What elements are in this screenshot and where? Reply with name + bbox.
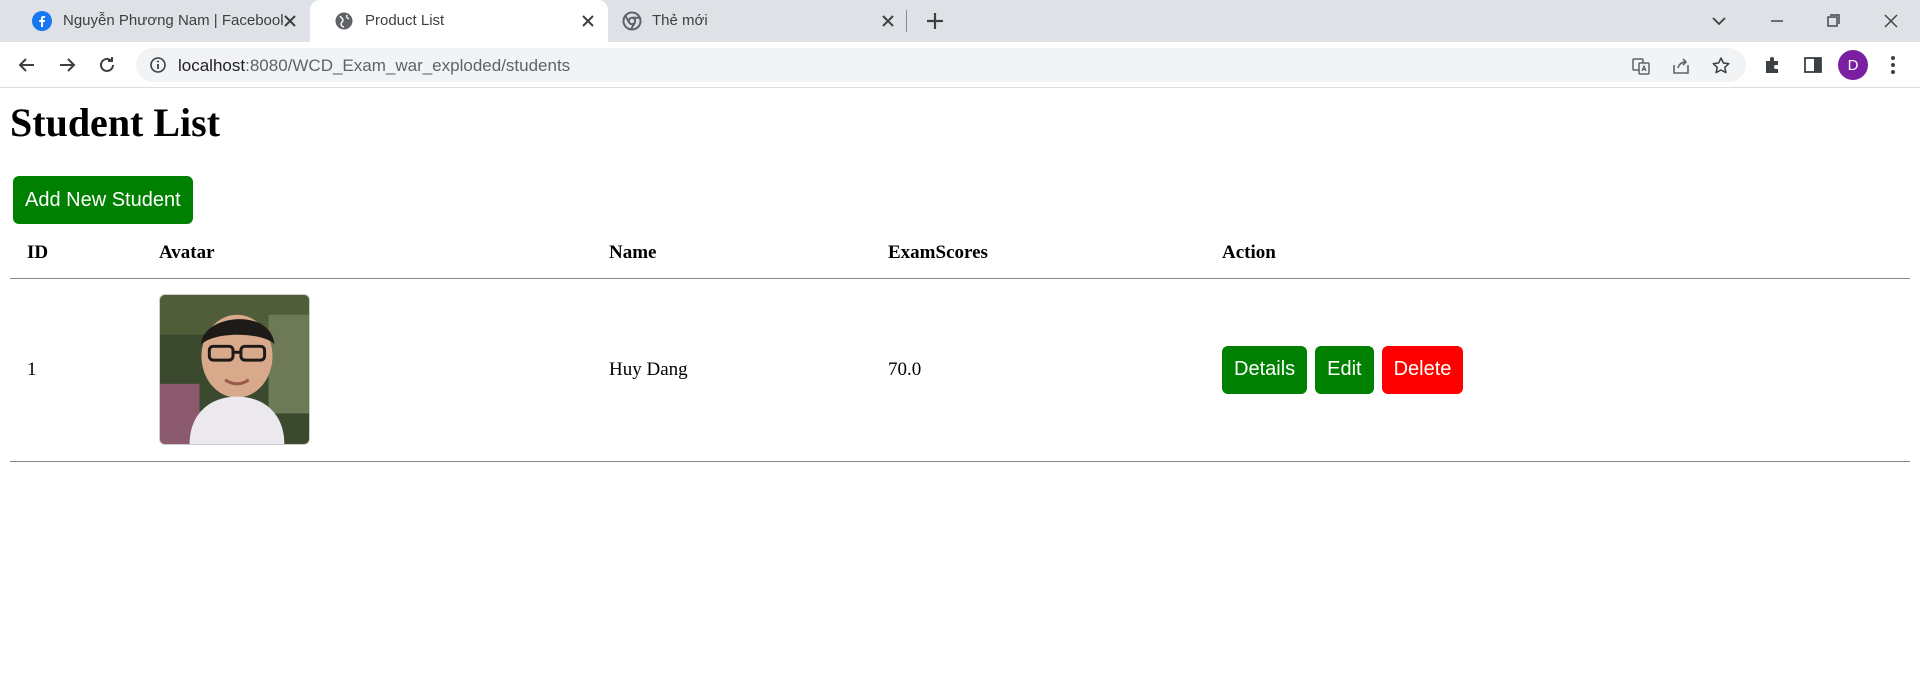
tab-separator	[906, 10, 907, 32]
column-header-exam-scores: ExamScores	[871, 228, 1205, 279]
address-bar[interactable]: localhost:8080/WCD_Exam_war_exploded/stu…	[136, 48, 1746, 82]
tab-search-icon[interactable]	[1706, 8, 1732, 34]
url-host: localhost	[178, 56, 246, 75]
minimize-icon[interactable]	[1764, 8, 1790, 34]
globe-icon	[335, 12, 353, 30]
page-content: Student List Add New Student ID Avatar N…	[0, 89, 1920, 678]
new-tab-icon[interactable]	[923, 9, 947, 33]
close-window-icon[interactable]	[1878, 8, 1904, 34]
tab-product-list[interactable]: Product List	[310, 0, 608, 42]
side-panel-icon[interactable]	[1800, 52, 1826, 78]
translate-icon[interactable]	[1630, 55, 1652, 77]
tab-title: Nguyễn Phương Nam | Facebook	[63, 12, 283, 29]
chrome-icon	[622, 11, 642, 31]
tab-title: Thẻ mới	[652, 12, 708, 29]
column-header-action: Action	[1205, 228, 1910, 279]
tab-new-tab[interactable]: Thẻ mới	[608, 0, 908, 42]
reload-icon[interactable]	[94, 52, 120, 78]
edit-button[interactable]: Edit	[1315, 345, 1374, 394]
share-icon[interactable]	[1670, 55, 1692, 77]
column-header-name: Name	[592, 228, 871, 279]
student-table: ID Avatar Name ExamScores Action 1 Huy D…	[10, 228, 1910, 462]
back-icon[interactable]	[14, 52, 40, 78]
tab-title: Product List	[365, 12, 445, 29]
profile-avatar[interactable]: D	[1838, 50, 1868, 80]
table-header-row: ID Avatar Name ExamScores Action	[10, 228, 1910, 279]
facebook-icon	[32, 11, 52, 31]
student-exam-score: 70.0	[871, 278, 1205, 462]
browser-toolbar: localhost:8080/WCD_Exam_war_exploded/stu…	[0, 42, 1920, 88]
avatar-cell	[142, 278, 592, 462]
column-header-id: ID	[10, 228, 142, 279]
details-button[interactable]: Details	[1222, 345, 1308, 394]
close-tab-icon[interactable]	[280, 11, 300, 31]
more-menu-icon[interactable]	[1880, 52, 1906, 78]
add-new-student-button[interactable]: Add New Student	[13, 176, 193, 224]
site-info-icon[interactable]	[148, 55, 168, 75]
tab-strip: Nguyễn Phương Nam | Facebook Product Lis…	[0, 0, 1920, 42]
close-tab-icon[interactable]	[878, 11, 898, 31]
url-path: :8080/WCD_Exam_war_exploded/students	[245, 56, 571, 75]
table-row: 1 Huy Dang 70.0 Details Edit Delete	[10, 278, 1910, 462]
url-text[interactable]: localhost:8080/WCD_Exam_war_exploded/stu…	[178, 56, 570, 76]
tab-facebook[interactable]: Nguyễn Phương Nam | Facebook	[8, 0, 310, 42]
student-id: 1	[10, 278, 142, 462]
delete-button[interactable]: Delete	[1381, 345, 1464, 394]
student-avatar-image	[159, 294, 310, 445]
student-name: Huy Dang	[592, 278, 871, 462]
restore-icon[interactable]	[1820, 8, 1846, 34]
action-cell: Details Edit Delete	[1205, 278, 1910, 462]
forward-icon[interactable]	[54, 52, 80, 78]
close-tab-icon[interactable]	[578, 11, 598, 31]
extensions-icon[interactable]	[1760, 52, 1786, 78]
bookmark-star-icon[interactable]	[1710, 55, 1732, 77]
page-title: Student List	[10, 100, 221, 145]
column-header-avatar: Avatar	[142, 228, 592, 279]
